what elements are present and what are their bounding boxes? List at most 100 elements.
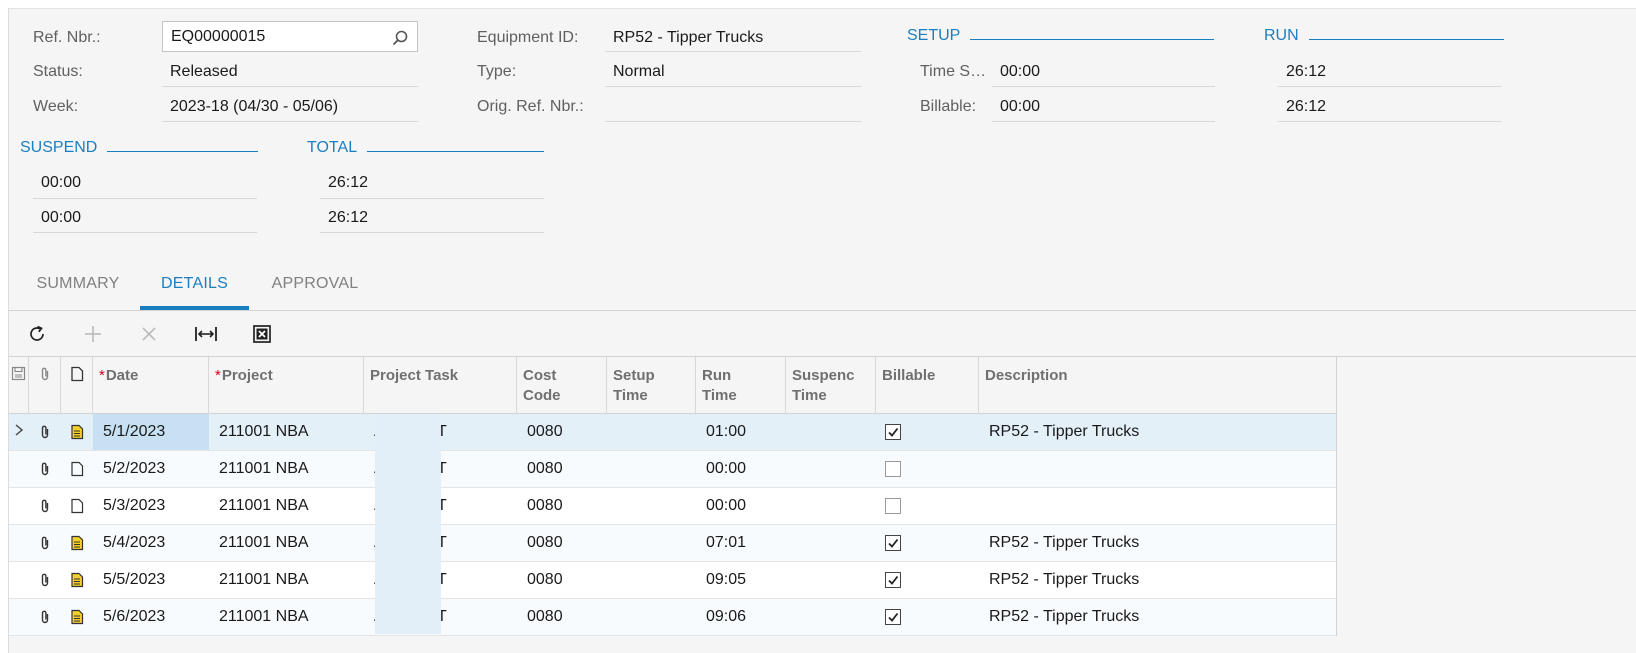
col-date-header[interactable]: *Date bbox=[93, 357, 209, 414]
tab-details[interactable]: DETAILS bbox=[140, 266, 249, 310]
description-cell[interactable]: RP52 - Tipper Trucks bbox=[979, 525, 1337, 561]
paperclip-icon[interactable] bbox=[29, 599, 61, 635]
cost-code-cell[interactable]: 0080 bbox=[517, 599, 607, 635]
ref-nbr-field[interactable]: EQ00000015 bbox=[162, 21, 418, 52]
project-cell[interactable]: 211001 NBA bbox=[209, 562, 364, 598]
row-selector[interactable] bbox=[9, 599, 29, 635]
suspend-time-cell[interactable] bbox=[786, 488, 876, 524]
cost-code-cell[interactable]: 0080 bbox=[517, 525, 607, 561]
description-cell[interactable]: RP52 - Tipper Trucks bbox=[979, 414, 1337, 450]
col-project-header[interactable]: *Project bbox=[209, 357, 364, 414]
col-suspend-time-header[interactable]: Suspenc Time bbox=[786, 357, 876, 414]
date-cell[interactable]: 5/3/2023 bbox=[93, 488, 209, 524]
billable-checkbox[interactable] bbox=[876, 451, 910, 487]
cost-code-cell[interactable]: 0080 bbox=[517, 488, 607, 524]
setup-time-cell[interactable] bbox=[607, 525, 696, 561]
divider bbox=[320, 198, 544, 199]
paperclip-icon[interactable] bbox=[29, 488, 61, 524]
billable-checkbox[interactable] bbox=[876, 414, 910, 450]
description-cell[interactable] bbox=[979, 488, 1337, 524]
col-project-task-header[interactable]: Project Task bbox=[364, 357, 517, 414]
table-row[interactable]: 5/5/2023211001 NBAAT008009:05RP52 - Tipp… bbox=[9, 562, 1336, 599]
run-time-cell[interactable]: 00:00 bbox=[696, 451, 786, 487]
run-time-cell[interactable]: 00:00 bbox=[696, 488, 786, 524]
run-time-cell[interactable]: 07:01 bbox=[696, 525, 786, 561]
billable-checkbox[interactable] bbox=[876, 599, 910, 635]
project-cell[interactable]: 211001 NBA bbox=[209, 525, 364, 561]
billable-checkbox[interactable] bbox=[876, 488, 910, 524]
cost-code-cell[interactable]: 0080 bbox=[517, 562, 607, 598]
date-cell[interactable]: 5/6/2023 bbox=[93, 599, 209, 635]
row-selector[interactable] bbox=[9, 451, 29, 487]
setup-time-value: 00:00 bbox=[1000, 63, 1041, 80]
attachments-header[interactable] bbox=[29, 357, 61, 414]
setup-time-cell[interactable] bbox=[607, 488, 696, 524]
table-row[interactable]: 5/4/2023211001 NBAAT008007:01RP52 - Tipp… bbox=[9, 525, 1336, 562]
billable-checkbox[interactable] bbox=[876, 562, 910, 598]
run-section-title: RUN bbox=[1264, 26, 1504, 46]
tab-summary[interactable]: SUMMARY bbox=[24, 266, 132, 310]
tab-approval[interactable]: APPROVAL bbox=[262, 266, 368, 310]
delete-row-icon[interactable] bbox=[134, 319, 164, 349]
setup-time-cell[interactable] bbox=[607, 599, 696, 635]
row-selector[interactable] bbox=[9, 488, 29, 524]
col-cost-code-header[interactable]: Cost Code bbox=[517, 357, 607, 414]
note-icon[interactable] bbox=[61, 414, 93, 450]
col-run-time-header[interactable]: Run Time bbox=[696, 357, 786, 414]
note-icon[interactable] bbox=[61, 599, 93, 635]
paperclip-icon[interactable] bbox=[29, 525, 61, 561]
suspend-time-cell[interactable] bbox=[786, 562, 876, 598]
setup-time-cell[interactable] bbox=[607, 414, 696, 450]
col-setup-time-header[interactable]: Setup Time bbox=[607, 357, 696, 414]
run-time-cell[interactable]: 09:05 bbox=[696, 562, 786, 598]
paperclip-icon[interactable] bbox=[29, 414, 61, 450]
cost-code-cell[interactable]: 0080 bbox=[517, 414, 607, 450]
date-cell[interactable]: 5/5/2023 bbox=[93, 562, 209, 598]
billable-checkbox[interactable] bbox=[876, 525, 910, 561]
description-cell[interactable]: RP52 - Tipper Trucks bbox=[979, 562, 1337, 598]
note-icon[interactable] bbox=[61, 488, 93, 524]
project-cell[interactable]: 211001 NBA bbox=[209, 488, 364, 524]
suspend-time-cell[interactable] bbox=[786, 525, 876, 561]
suspend-time-cell[interactable] bbox=[786, 414, 876, 450]
project-cell[interactable]: 211001 NBA bbox=[209, 451, 364, 487]
add-row-icon[interactable] bbox=[78, 319, 108, 349]
refresh-icon[interactable] bbox=[22, 319, 52, 349]
row-selector[interactable] bbox=[9, 414, 29, 450]
col-billable-header[interactable]: Billable bbox=[876, 357, 979, 414]
table-row[interactable]: 5/6/2023211001 NBAAT008009:06RP52 - Tipp… bbox=[9, 599, 1336, 636]
table-row[interactable]: 5/3/2023211001 NBAAT008000:00 bbox=[9, 488, 1336, 525]
note-icon[interactable] bbox=[61, 562, 93, 598]
description-cell[interactable]: RP52 - Tipper Trucks bbox=[979, 599, 1337, 635]
setup-time-cell[interactable] bbox=[607, 451, 696, 487]
project-cell[interactable]: 211001 NBA bbox=[209, 414, 364, 450]
divider bbox=[162, 121, 418, 122]
note-icon[interactable] bbox=[61, 525, 93, 561]
paperclip-icon[interactable] bbox=[29, 451, 61, 487]
date-cell[interactable]: 5/2/2023 bbox=[93, 451, 209, 487]
setup-time-cell[interactable] bbox=[607, 562, 696, 598]
fit-columns-icon[interactable] bbox=[191, 319, 221, 349]
cost-code-cell[interactable]: 0080 bbox=[517, 451, 607, 487]
run-time-value: 26:12 bbox=[1286, 63, 1327, 80]
note-icon[interactable] bbox=[61, 451, 93, 487]
run-time-cell[interactable]: 01:00 bbox=[696, 414, 786, 450]
suspend-time-cell[interactable] bbox=[786, 599, 876, 635]
table-row[interactable]: 5/1/2023211001 NBAAT008001:00RP52 - Tipp… bbox=[9, 414, 1336, 451]
row-selector-header[interactable] bbox=[9, 357, 29, 414]
date-cell[interactable]: 5/1/2023 bbox=[93, 414, 209, 450]
export-excel-icon[interactable] bbox=[247, 319, 277, 349]
row-selector[interactable] bbox=[9, 562, 29, 598]
project-cell[interactable]: 211001 NBA bbox=[209, 599, 364, 635]
description-cell[interactable] bbox=[979, 451, 1337, 487]
row-selector[interactable] bbox=[9, 525, 29, 561]
redaction-overlay bbox=[375, 414, 441, 634]
col-description-header[interactable]: Description bbox=[979, 357, 1337, 414]
suspend-time-cell[interactable] bbox=[786, 451, 876, 487]
search-icon[interactable] bbox=[391, 28, 409, 46]
paperclip-icon[interactable] bbox=[29, 562, 61, 598]
date-cell[interactable]: 5/4/2023 bbox=[93, 525, 209, 561]
table-row[interactable]: 5/2/2023211001 NBAAT008000:00 bbox=[9, 451, 1336, 488]
run-time-cell[interactable]: 09:06 bbox=[696, 599, 786, 635]
notes-header[interactable] bbox=[61, 357, 93, 414]
